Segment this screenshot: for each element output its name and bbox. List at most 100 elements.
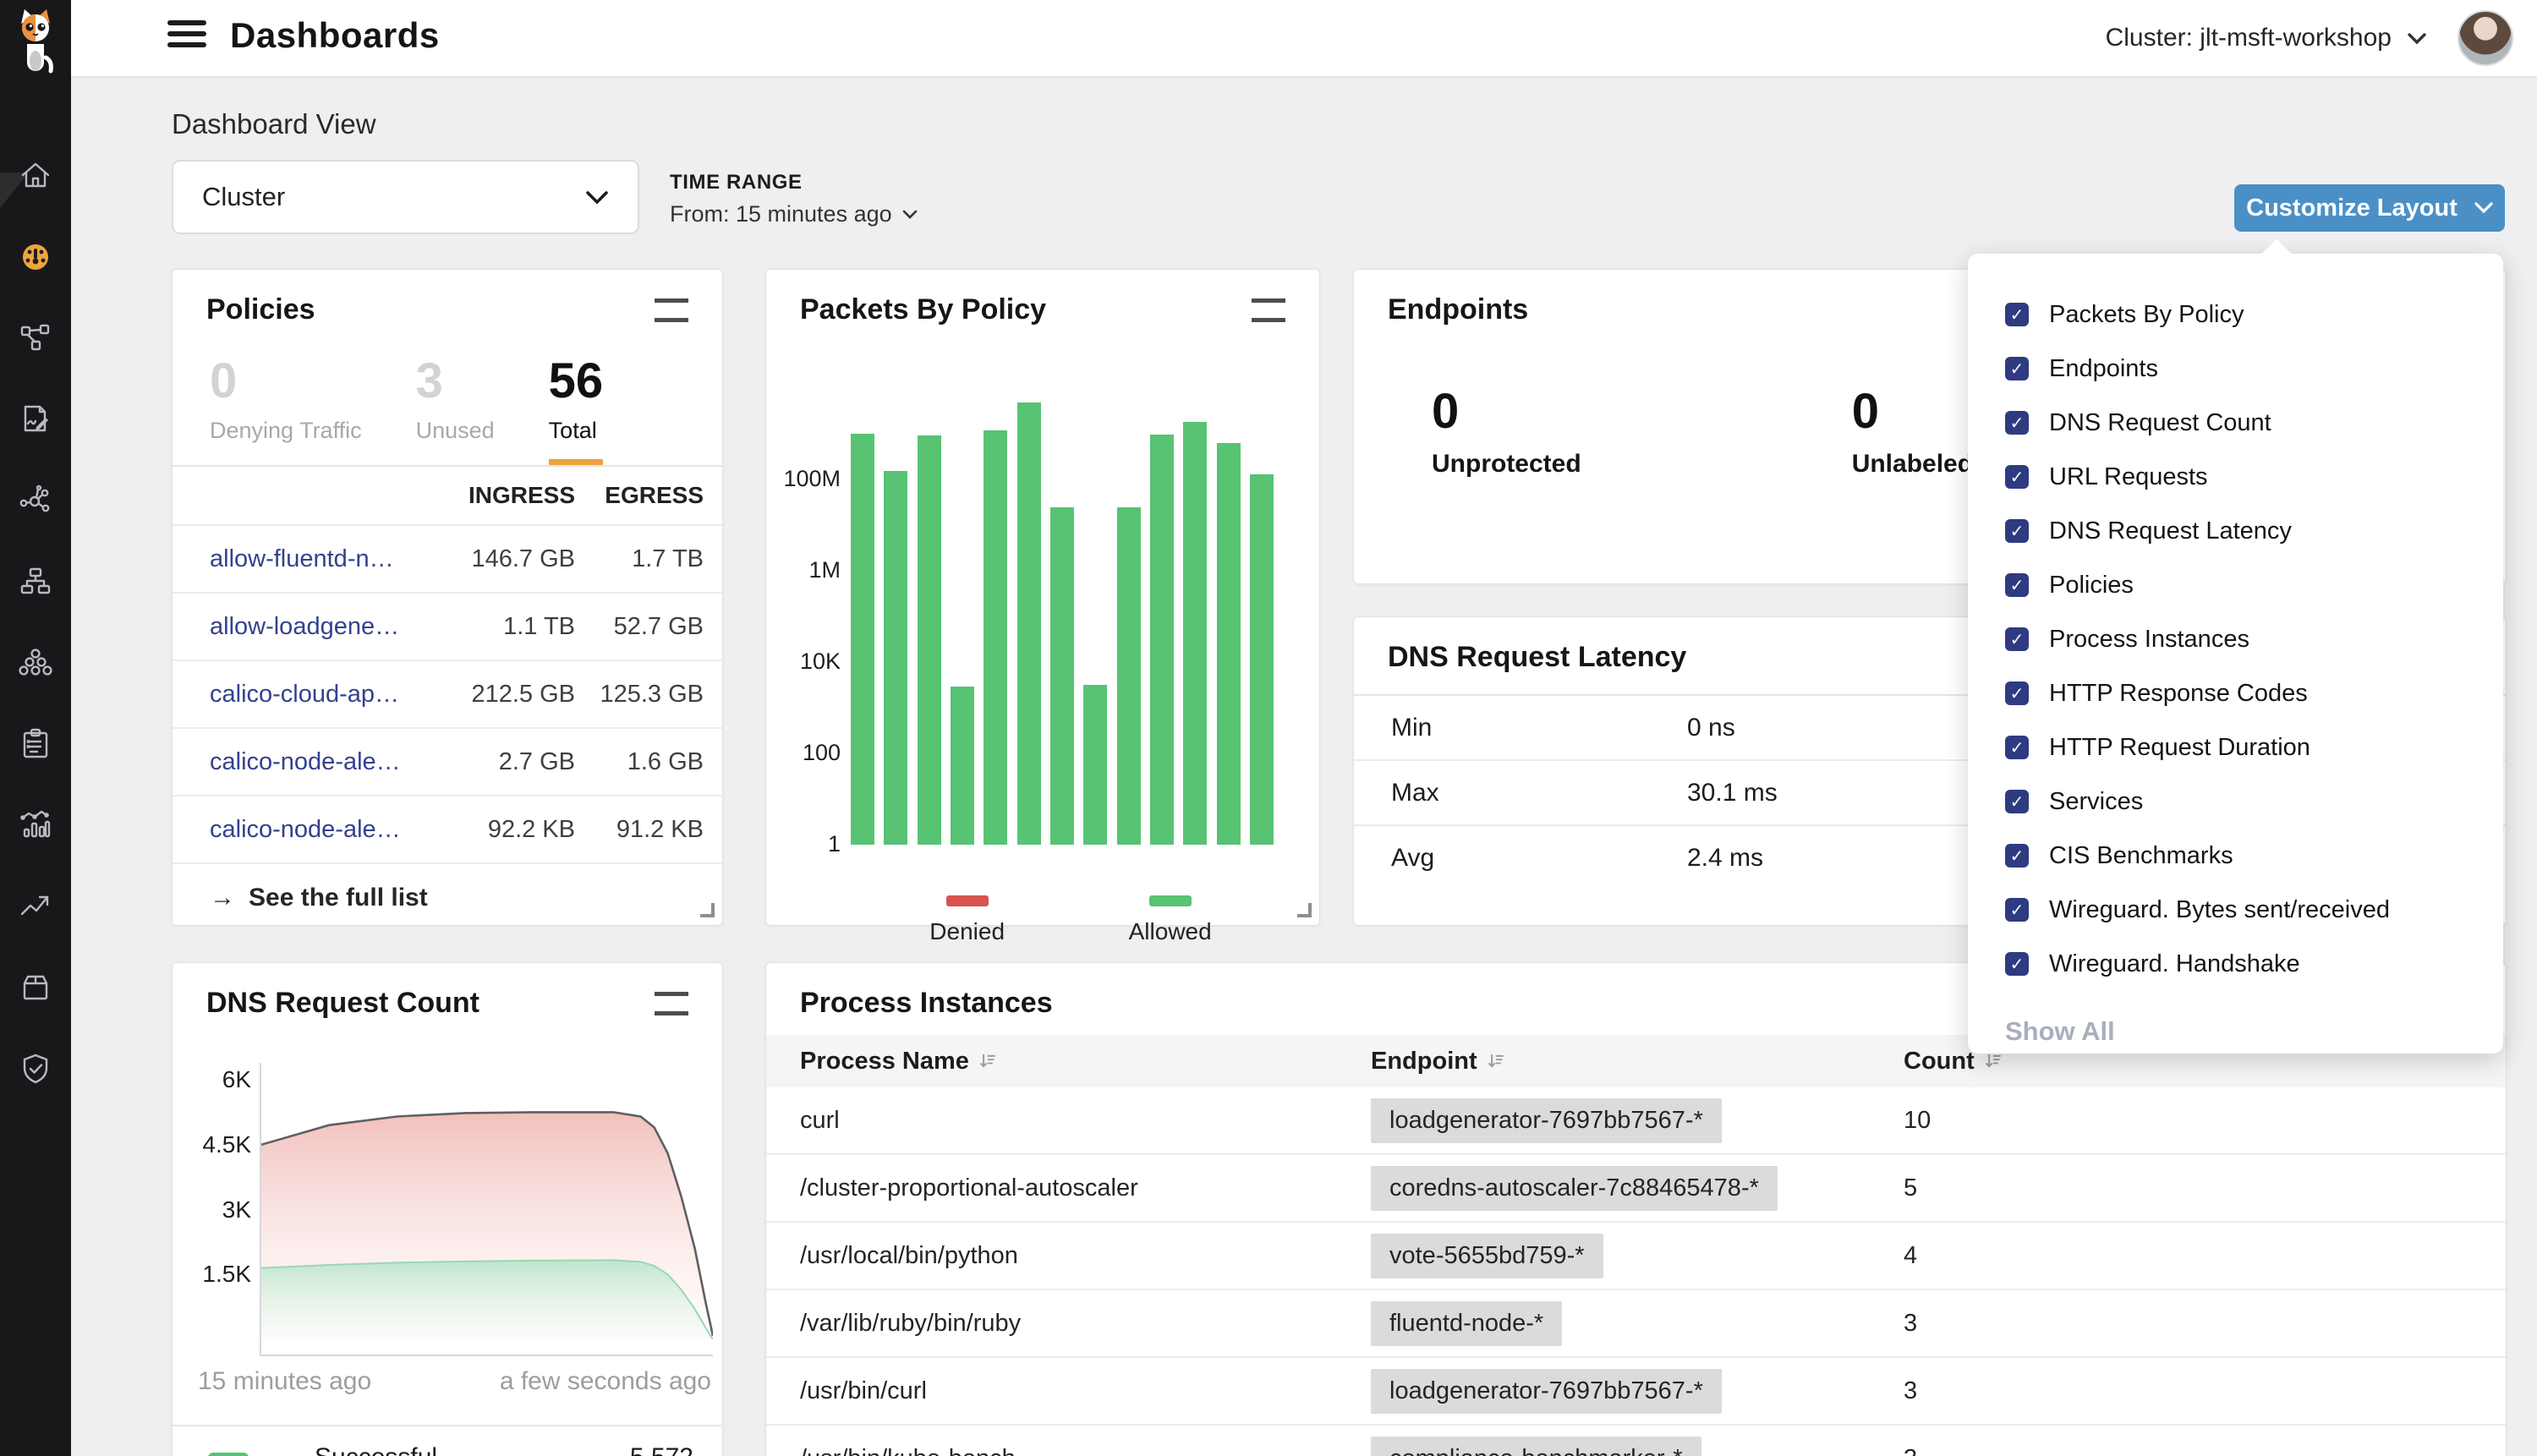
y-axis-tick: 1M xyxy=(770,557,841,583)
cluster-switcher[interactable]: Cluster: jlt-msft-workshop xyxy=(2106,24,2427,52)
column-header-endpoint[interactable]: Endpoint xyxy=(1371,1048,1904,1076)
dns-request-count-card: DNS Request Count xyxy=(172,962,723,1456)
bar-allowed xyxy=(918,435,941,845)
service-graph-icon xyxy=(18,483,53,518)
time-range-value[interactable]: From: 15 minutes ago xyxy=(670,201,918,227)
trends-icon xyxy=(18,889,53,924)
menu-item-process-instances[interactable]: ✓Process Instances xyxy=(2005,612,2503,666)
bar-allowed xyxy=(984,430,1007,845)
menu-item-packets-by-policy[interactable]: ✓Packets By Policy xyxy=(2005,287,2503,342)
time-range-label: TIME RANGE xyxy=(670,171,918,194)
policy-egress-value: 1.7 TB xyxy=(575,545,704,573)
menu-item-wireguard-bytes-sent-received[interactable]: ✓Wireguard. Bytes sent/received xyxy=(2005,883,2503,937)
policy-name-link[interactable]: allow-loadgenerator xyxy=(210,613,419,641)
hamburger-menu-icon[interactable] xyxy=(167,20,206,54)
policies-stat-tab-total[interactable]: 56 Total xyxy=(549,357,604,465)
policy-ingress-value: 212.5 GB xyxy=(419,681,575,709)
drag-handle-icon[interactable] xyxy=(655,992,688,1015)
sidebar-item-policy-recommendations[interactable] xyxy=(17,401,54,438)
user-avatar[interactable] xyxy=(2458,10,2513,66)
time-range: TIME RANGE From: 15 minutes ago xyxy=(670,171,918,227)
policy-name-link[interactable]: calico-cloud-apiserver-… xyxy=(210,681,419,709)
legend-swatch xyxy=(1149,895,1192,906)
process-row: /usr/local/bin/pythonvote-5655bd759-*4 xyxy=(766,1223,2506,1290)
show-all-link[interactable]: Show All xyxy=(2005,1016,2503,1047)
sidebar-item-packages[interactable] xyxy=(17,969,54,1006)
dns-count-legend: Successful 5,572 xyxy=(173,1426,722,1456)
y-axis-tick: 1.5K xyxy=(177,1261,251,1288)
policy-name-link[interactable]: allow-fluentd-node xyxy=(210,545,419,573)
menu-item-services[interactable]: ✓ Services xyxy=(2005,775,2503,829)
menu-item-policies[interactable]: ✓Policies xyxy=(2005,558,2503,612)
stat-value: 0 xyxy=(1852,387,1973,436)
sidebar-item-network-policies[interactable] xyxy=(17,320,54,357)
checkbox-checked-icon[interactable]: ✓ xyxy=(2005,519,2029,543)
bar-allowed xyxy=(1017,402,1041,845)
process-endpoint: fluentd-node-* xyxy=(1371,1301,1904,1346)
sidebar-item-service-graph[interactable] xyxy=(17,482,54,519)
section-label: Dashboard View xyxy=(172,108,376,140)
sidebar-item-trends[interactable] xyxy=(17,888,54,925)
dns-latency-card-title: DNS Request Latency xyxy=(1388,641,1686,674)
menu-item-label: URL Requests xyxy=(2049,463,2208,491)
menu-item-url-requests[interactable]: ✓ URL Requests xyxy=(2005,450,2503,504)
customize-layout-button[interactable]: Customize Layout xyxy=(2234,184,2505,232)
stat-value: 56 xyxy=(549,357,604,406)
sidebar-item-dashboards[interactable] xyxy=(17,238,54,276)
sidebar-item-statistics[interactable] xyxy=(17,807,54,844)
sidebar-item-workloads[interactable] xyxy=(17,644,54,681)
endpoint-chip: loadgenerator-7697bb7567-* xyxy=(1371,1098,1722,1143)
legend-swatch xyxy=(946,895,989,906)
sidebar-item-security[interactable] xyxy=(17,1050,54,1087)
checkbox-checked-icon[interactable]: ✓ xyxy=(2005,303,2029,326)
resize-handle[interactable] xyxy=(1297,903,1312,917)
sidebar-item-network-topology[interactable] xyxy=(17,563,54,600)
menu-item-endpoints[interactable]: ✓Endpoints xyxy=(2005,342,2503,396)
sidebar-item-compliance-reports[interactable] xyxy=(17,725,54,763)
bar-allowed xyxy=(1250,474,1274,845)
checkbox-checked-icon[interactable]: ✓ xyxy=(2005,681,2029,705)
drag-handle-icon[interactable] xyxy=(1252,298,1285,322)
process-endpoint: compliance-benchmarker-* xyxy=(1371,1437,1904,1456)
checkbox-checked-icon[interactable]: ✓ xyxy=(2005,411,2029,435)
chevron-down-icon xyxy=(2474,202,2493,214)
see-full-list-link[interactable]: → See the full list xyxy=(173,862,722,932)
checkbox-checked-icon[interactable]: ✓ xyxy=(2005,573,2029,597)
checkbox-checked-icon[interactable]: ✓ xyxy=(2005,627,2029,651)
process-endpoint: loadgenerator-7697bb7567-* xyxy=(1371,1098,1904,1143)
checkbox-checked-icon[interactable]: ✓ xyxy=(2005,898,2029,922)
column-header-label: Count xyxy=(1904,1048,1975,1076)
legend-item-denied: Denied xyxy=(929,895,1005,945)
menu-item-wireguard-handshake[interactable]: ✓Wireguard. Handshake xyxy=(2005,937,2503,991)
policies-stat-tab-denying-traffic[interactable]: 0Denying Traffic xyxy=(210,357,362,465)
policy-name-link[interactable]: calico-node-alertmana… xyxy=(210,748,419,776)
column-header-process-name[interactable]: Process Name xyxy=(800,1048,1371,1076)
sort-icon xyxy=(1488,1052,1504,1070)
y-axis-tick: 3K xyxy=(177,1196,251,1223)
checkbox-checked-icon[interactable]: ✓ xyxy=(2005,465,2029,489)
menu-item-label: Services xyxy=(2049,788,2143,816)
menu-item-http-request-duration[interactable]: ✓HTTP Request Duration xyxy=(2005,720,2503,775)
policy-name-link[interactable]: calico-node-alertmana… xyxy=(210,816,419,844)
drag-handle-icon[interactable] xyxy=(655,298,688,322)
menu-item-cis-benchmarks[interactable]: ✓CIS Benchmarks xyxy=(2005,829,2503,883)
checkbox-checked-icon[interactable]: ✓ xyxy=(2005,736,2029,759)
policies-stat-tab-unused[interactable]: 3Unused xyxy=(416,357,495,465)
sort-icon xyxy=(979,1052,996,1070)
sidebar-item-home[interactable] xyxy=(17,157,54,194)
workloads-icon xyxy=(18,645,53,681)
stat-label: Total xyxy=(549,418,604,444)
dashboard-view-select[interactable]: Cluster xyxy=(172,160,639,234)
topbar-right: Cluster: jlt-msft-workshop xyxy=(2106,0,2513,76)
menu-item-dns-request-latency[interactable]: ✓DNS Request Latency xyxy=(2005,504,2503,558)
checkbox-checked-icon[interactable]: ✓ xyxy=(2005,844,2029,868)
checkbox-checked-icon[interactable]: ✓ xyxy=(2005,790,2029,813)
process-row: /usr/bin/kube-benchcompliance-benchmarke… xyxy=(766,1426,2506,1456)
bar-allowed xyxy=(1217,443,1241,845)
menu-item-dns-request-count[interactable]: ✓DNS Request Count xyxy=(2005,396,2503,450)
packets-card-title: Packets By Policy xyxy=(800,293,1046,326)
checkbox-checked-icon[interactable]: ✓ xyxy=(2005,952,2029,976)
checkbox-checked-icon[interactable]: ✓ xyxy=(2005,357,2029,380)
resize-handle[interactable] xyxy=(700,903,715,917)
menu-item-http-response-codes[interactable]: ✓HTTP Response Codes xyxy=(2005,666,2503,720)
